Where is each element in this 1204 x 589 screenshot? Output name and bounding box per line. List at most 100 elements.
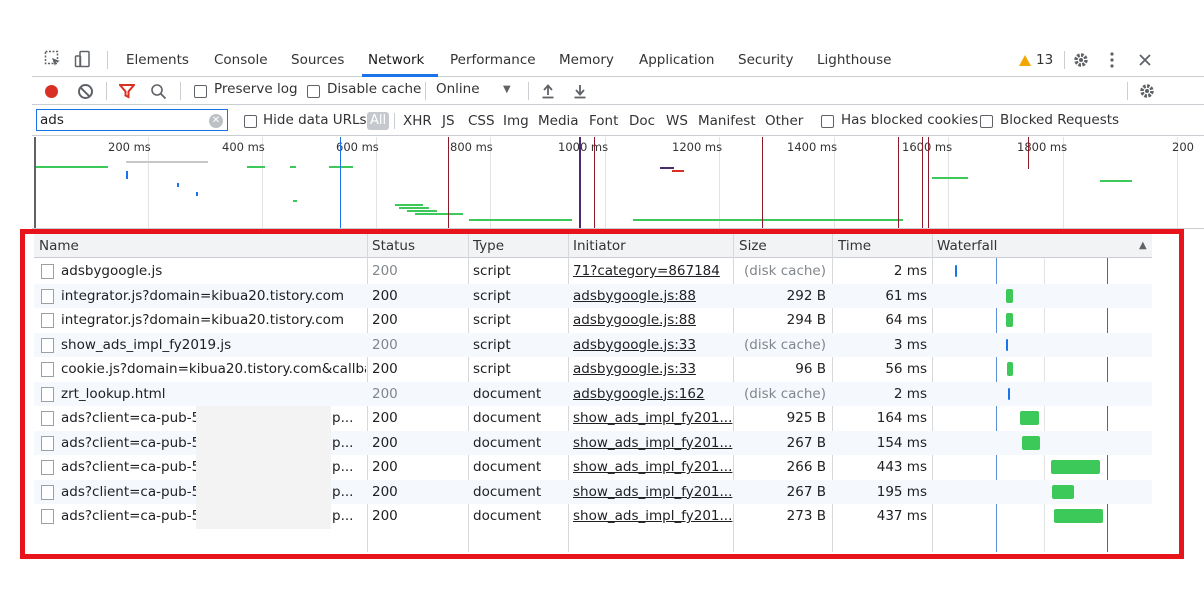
- type-filter-manifest[interactable]: Manifest: [698, 106, 756, 136]
- waterfall-bar[interactable]: [1051, 460, 1100, 474]
- waterfall-bar[interactable]: [1006, 338, 1008, 351]
- column-header-time[interactable]: Time: [833, 234, 871, 258]
- request-name[interactable]: integrator.js?domain=kibua20.tistory.com: [61, 284, 366, 309]
- dropdown-caret-icon[interactable]: ▼: [503, 81, 511, 99]
- more-vertical-icon[interactable]: [1109, 51, 1115, 73]
- sort-ascending-icon[interactable]: ▲: [1134, 234, 1147, 258]
- waterfall-bar[interactable]: [1020, 411, 1039, 425]
- request-initiator-link[interactable]: 71?category=867184: [573, 259, 733, 284]
- blocked-requests-label[interactable]: Blocked Requests: [1000, 112, 1119, 128]
- throttling-select[interactable]: Online: [436, 81, 480, 97]
- request-name[interactable]: cookie.js?domain=kibua20.tistory.com&cal…: [61, 357, 366, 382]
- request-initiator-link[interactable]: show_ads_impl_fy201...: [573, 406, 733, 431]
- table-row[interactable]: ads?client=ca-pub-51! p... 200 document show…: [34, 479, 1152, 505]
- column-header-size[interactable]: Size: [734, 234, 767, 258]
- hide-data-urls-checkbox[interactable]: [244, 115, 257, 128]
- request-name[interactable]: show_ads_impl_fy2019.js: [61, 333, 366, 358]
- column-header-type[interactable]: Type: [468, 234, 504, 258]
- waterfall-bar[interactable]: [1007, 362, 1013, 376]
- clear-icon[interactable]: [78, 84, 93, 99]
- tab-network[interactable]: Network: [368, 43, 424, 77]
- request-name[interactable]: adsbygoogle.js: [61, 259, 366, 284]
- request-initiator-link[interactable]: show_ads_impl_fy201...: [573, 431, 733, 456]
- disable-cache-label[interactable]: Disable cache: [327, 81, 421, 97]
- table-row[interactable]: show_ads_impl_fy2019.js 200 script adsbygoo…: [34, 332, 1152, 358]
- waterfall-bar[interactable]: [1006, 313, 1013, 327]
- waterfall-bar[interactable]: [1052, 484, 1074, 499]
- waterfall-bar[interactable]: [1054, 509, 1103, 523]
- waterfall-bar[interactable]: [1006, 288, 1013, 303]
- filter-icon[interactable]: [117, 84, 137, 103]
- close-icon[interactable]: [1138, 52, 1152, 71]
- table-row[interactable]: ads?client=ca-pub-51! p... 200 document show…: [34, 406, 1152, 431]
- type-filter-img[interactable]: Img: [503, 106, 529, 136]
- settings-gear-icon[interactable]: [1072, 51, 1090, 73]
- warning-count[interactable]: 13: [1036, 43, 1053, 77]
- tab-console[interactable]: Console: [214, 43, 268, 77]
- has-blocked-cookies-checkbox[interactable]: [821, 115, 834, 128]
- preserve-log-checkbox[interactable]: [194, 85, 207, 98]
- tab-memory[interactable]: Memory: [559, 43, 614, 77]
- type-filter-js[interactable]: JS: [442, 106, 455, 136]
- table-row[interactable]: cookie.js?domain=kibua20.tistory.com&cal…: [34, 357, 1152, 382]
- column-header-status[interactable]: Status: [367, 234, 415, 258]
- table-row[interactable]: integrator.js?domain=kibua20.tistory.com…: [34, 283, 1152, 309]
- overview-tick-label: 1800 ms: [1017, 140, 1068, 154]
- waterfall-bar[interactable]: [955, 265, 957, 277]
- overview-request-bar: [177, 183, 179, 187]
- request-name[interactable]: zrt_lookup.html: [61, 382, 366, 407]
- request-initiator-link[interactable]: adsbygoogle.js:33: [573, 333, 733, 358]
- device-toolbar-icon[interactable]: [74, 50, 92, 72]
- search-icon[interactable]: [150, 83, 167, 104]
- waterfall-bar[interactable]: [1008, 387, 1010, 400]
- toolbar-divider: [1127, 82, 1128, 100]
- table-row[interactable]: ads?client=ca-pub-51! p... 200 document show…: [34, 430, 1152, 456]
- filter-clear-icon[interactable]: ✕: [209, 114, 223, 128]
- tab-sources[interactable]: Sources: [291, 43, 344, 77]
- type-filter-ws[interactable]: WS: [666, 106, 688, 136]
- type-filter-all[interactable]: All: [367, 112, 390, 130]
- tab-performance[interactable]: Performance: [450, 43, 536, 77]
- type-filter-css[interactable]: CSS: [468, 106, 495, 136]
- waterfall-bar[interactable]: [1022, 435, 1040, 450]
- table-row[interactable]: zrt_lookup.html 200 document adsbygoogle.js…: [34, 381, 1152, 407]
- request-initiator-link[interactable]: adsbygoogle.js:88: [573, 308, 733, 333]
- network-overview-timeline[interactable]: 200 ms 400 ms 600 ms 800 ms 1000 ms 1200…: [32, 137, 1204, 229]
- blocked-requests-checkbox[interactable]: [980, 115, 993, 128]
- request-initiator-link[interactable]: adsbygoogle.js:88: [573, 284, 733, 309]
- tab-lighthouse[interactable]: Lighthouse: [817, 43, 891, 77]
- request-name[interactable]: integrator.js?domain=kibua20.tistory.com: [61, 308, 366, 333]
- has-blocked-cookies-label[interactable]: Has blocked cookies: [841, 112, 978, 128]
- table-row[interactable]: adsbygoogle.js 200 script 71?category=86718…: [34, 259, 1152, 284]
- tab-application[interactable]: Application: [639, 43, 714, 77]
- request-initiator-link[interactable]: show_ads_impl_fy201...: [573, 455, 733, 480]
- request-initiator-link[interactable]: adsbygoogle.js:162: [573, 382, 733, 407]
- table-row[interactable]: ads?client=ca-pub-51! p... 200 document show…: [34, 455, 1152, 480]
- request-initiator-link[interactable]: show_ads_impl_fy201...: [573, 480, 733, 505]
- warning-icon[interactable]: [1019, 55, 1031, 66]
- import-har-icon[interactable]: [541, 83, 555, 103]
- export-har-icon[interactable]: [573, 83, 587, 103]
- column-header-waterfall[interactable]: Waterfall: [932, 234, 997, 258]
- tab-elements[interactable]: Elements: [126, 43, 189, 77]
- column-header-initiator[interactable]: Initiator: [568, 234, 626, 258]
- request-initiator-link[interactable]: adsbygoogle.js:33: [573, 357, 733, 382]
- type-filter-xhr[interactable]: XHR: [403, 106, 432, 136]
- disable-cache-checkbox[interactable]: [307, 85, 320, 98]
- request-initiator-link[interactable]: show_ads_impl_fy201...: [573, 504, 733, 529]
- type-filter-font[interactable]: Font: [589, 106, 618, 136]
- filter-input[interactable]: ads: [36, 109, 228, 131]
- record-icon[interactable]: [45, 85, 58, 98]
- hide-data-urls-label[interactable]: Hide data URLs: [263, 112, 367, 128]
- inspect-icon[interactable]: [44, 50, 62, 72]
- network-settings-icon[interactable]: [1138, 82, 1156, 104]
- type-filter-other[interactable]: Other: [765, 106, 803, 136]
- tab-security[interactable]: Security: [738, 43, 793, 77]
- table-row[interactable]: integrator.js?domain=kibua20.tistory.com…: [34, 308, 1152, 333]
- type-filter-doc[interactable]: Doc: [629, 106, 655, 136]
- column-header-name[interactable]: Name: [34, 234, 79, 258]
- type-filter-media[interactable]: Media: [538, 106, 579, 136]
- preserve-log-label[interactable]: Preserve log: [214, 81, 298, 97]
- table-row[interactable]: ads?client=ca-pub-51! p... 200 document show…: [34, 504, 1152, 529]
- request-status: 200: [372, 263, 398, 279]
